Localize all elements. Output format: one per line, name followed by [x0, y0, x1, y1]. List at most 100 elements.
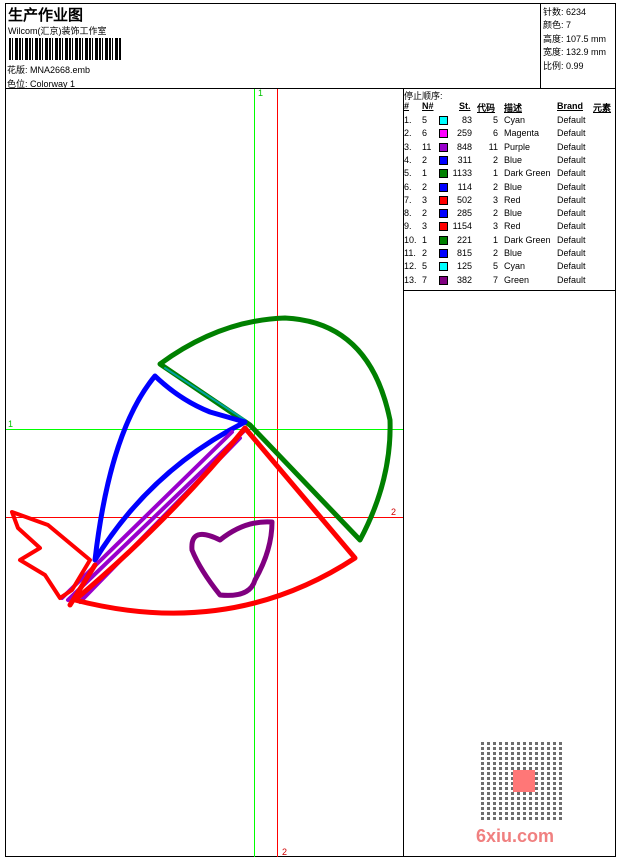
- col-brand: Brand: [557, 101, 584, 111]
- row-stitches: 1133: [452, 168, 472, 179]
- row-brand: Default: [557, 234, 586, 245]
- row-code: 11: [488, 141, 498, 152]
- table-row: 11. 2 815 2 Blue Default: [404, 248, 616, 261]
- row-stitches: 114: [457, 181, 472, 192]
- color-swatch: [439, 129, 448, 139]
- row-desc: Dark Green: [504, 168, 551, 179]
- table-bottom-divider: [403, 290, 616, 291]
- table-row: 3. 11 848 11 Purple Default: [404, 142, 616, 155]
- col-index: #: [404, 101, 410, 111]
- col-element: 元素: [593, 103, 612, 113]
- row-index: 3.: [404, 141, 412, 152]
- col-code: 代码: [477, 103, 496, 113]
- table-row: 4. 2 311 2 Blue Default: [404, 155, 616, 168]
- row-desc: Red: [504, 221, 521, 232]
- table-row: 6. 2 114 2 Blue Default: [404, 182, 616, 195]
- purple-heart: [189, 519, 275, 598]
- row-stitches: 83: [461, 115, 472, 125]
- row-desc: Cyan: [504, 115, 526, 125]
- row-stitches: 848: [456, 141, 472, 152]
- row-brand: Default: [557, 141, 586, 152]
- row-desc: Blue: [504, 181, 523, 192]
- row-desc: Red: [504, 194, 521, 205]
- row-stitches: 1154: [452, 221, 472, 232]
- row-needle: 6: [422, 128, 428, 139]
- row-needle: 1: [422, 168, 428, 179]
- row-brand: Default: [557, 194, 586, 205]
- row-needle: 2: [422, 154, 428, 165]
- row-desc: Dark Green: [504, 234, 551, 245]
- row-stitches: 285: [456, 208, 472, 219]
- row-needle: 11: [422, 141, 432, 152]
- col-desc: 描述: [504, 103, 523, 113]
- row-code: 2: [492, 181, 498, 192]
- seal-stamp: [513, 770, 535, 792]
- row-code: 2: [492, 208, 498, 219]
- row-stitches: 125: [456, 261, 472, 272]
- row-stitches: 382: [456, 274, 472, 285]
- color-swatch: [439, 116, 448, 125]
- color-swatch: [439, 195, 448, 205]
- row-index: 8.: [404, 208, 412, 219]
- table-row: 1. 5 83 5 Cyan Default: [404, 115, 616, 128]
- table-row: 10. 1 221 1 Dark Green Default: [404, 235, 616, 248]
- row-stitches: 815: [456, 248, 472, 258]
- row-desc: Green: [504, 274, 530, 285]
- table-row: 2. 6 259 6 Magenta Default: [404, 128, 616, 141]
- row-index: 6.: [404, 181, 412, 192]
- row-code: 2: [492, 248, 498, 258]
- table-header: # N# St. 代码 描述 Brand 元素: [404, 101, 616, 114]
- row-needle: 2: [422, 208, 428, 219]
- row-index: 9.: [404, 221, 412, 232]
- row-index: 1.: [404, 115, 412, 125]
- row-needle: 3: [422, 221, 428, 232]
- row-index: 13.: [404, 274, 417, 285]
- row-needle: 5: [422, 261, 428, 272]
- table-row: 8. 2 285 2 Blue Default: [404, 208, 616, 221]
- row-needle: 1: [422, 234, 428, 245]
- color-swatch: [439, 182, 448, 192]
- row-stitches: 259: [456, 128, 472, 139]
- row-index: 7.: [404, 194, 412, 205]
- row-index: 12.: [404, 261, 417, 272]
- row-brand: Default: [557, 221, 586, 232]
- row-desc: Blue: [504, 248, 523, 258]
- row-needle: 5: [422, 115, 428, 125]
- col-stitches: St.: [459, 101, 471, 111]
- row-desc: Cyan: [504, 261, 526, 272]
- production-worksheet: 生产作业图 Wilcom(汇京)装饰工作室 花版: MNA2668.emb 色位…: [0, 0, 620, 860]
- row-brand: Default: [557, 274, 586, 285]
- row-desc: Purple: [504, 141, 531, 152]
- table-row: 9. 3 1154 3 Red Default: [404, 221, 616, 234]
- row-code: 3: [492, 194, 498, 205]
- row-index: 2.: [404, 128, 412, 139]
- row-index: 10.: [404, 234, 417, 245]
- row-brand: Default: [557, 168, 586, 179]
- row-needle: 2: [422, 181, 428, 192]
- row-code: 1: [492, 234, 498, 245]
- watermark-logo: 6xiu.com: [476, 826, 555, 846]
- row-code: 6: [492, 128, 498, 139]
- row-desc: Blue: [504, 208, 523, 219]
- row-index: 4.: [404, 154, 412, 165]
- color-swatch: [439, 209, 448, 219]
- color-swatch: [439, 275, 448, 285]
- row-needle: 7: [422, 274, 428, 285]
- table-row: 13. 7 382 7 Green Default: [404, 275, 616, 288]
- color-swatch: [439, 142, 448, 152]
- row-stitches: 502: [456, 194, 472, 205]
- row-code: 2: [492, 154, 498, 165]
- row-brand: Default: [557, 261, 586, 272]
- col-needle: N#: [422, 101, 434, 111]
- row-brand: Default: [557, 208, 586, 219]
- color-swatch: [439, 155, 448, 165]
- table-row: 12. 5 125 5 Cyan Default: [404, 261, 616, 274]
- row-brand: Default: [557, 128, 586, 139]
- row-needle: 2: [422, 248, 428, 258]
- row-code: 5: [492, 115, 498, 125]
- row-code: 5: [492, 261, 498, 272]
- row-code: 1: [492, 168, 498, 179]
- row-index: 11.: [404, 248, 416, 258]
- row-code: 3: [492, 221, 498, 232]
- row-code: 7: [492, 274, 498, 285]
